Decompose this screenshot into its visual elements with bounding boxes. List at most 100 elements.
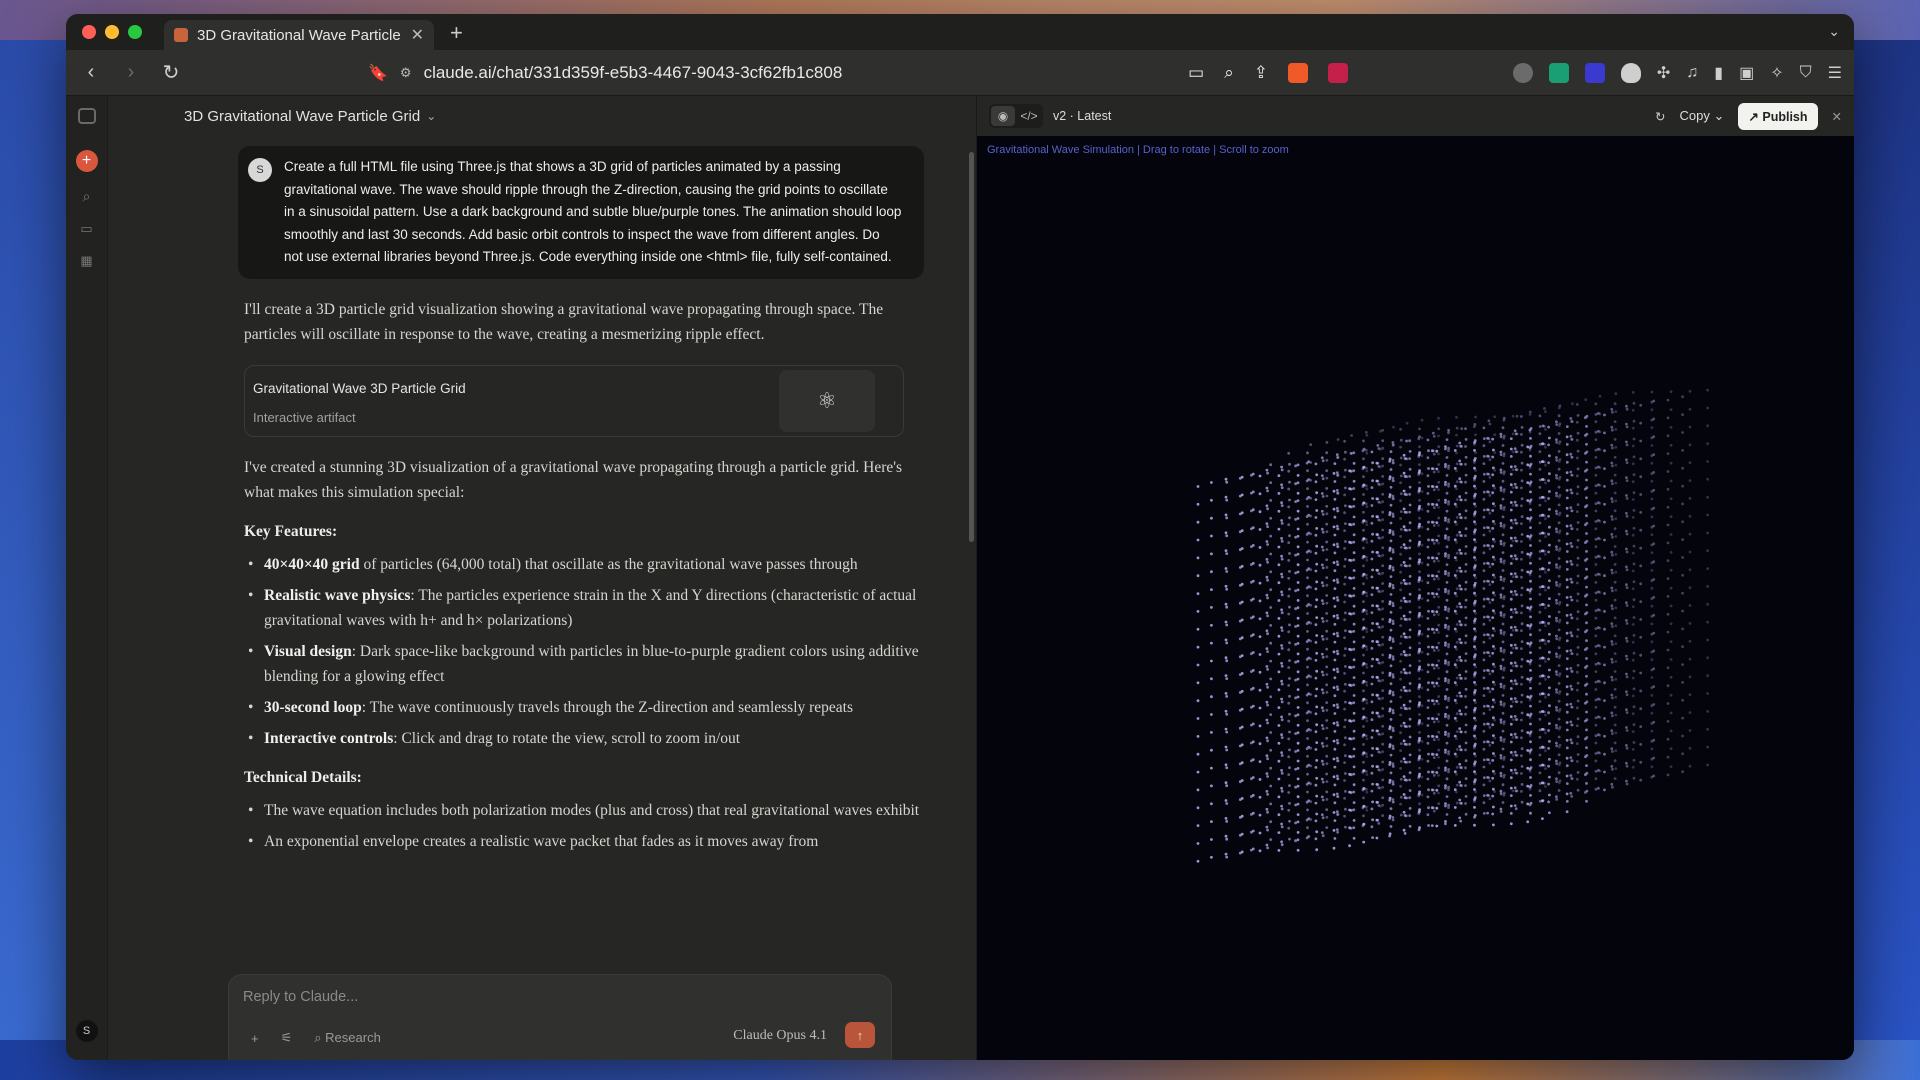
particle (1296, 731, 1300, 735)
particle (1555, 670, 1558, 674)
particle (1352, 522, 1356, 526)
sidebar-icon[interactable]: ▮ (1714, 63, 1723, 83)
account-avatar[interactable]: S (75, 1020, 98, 1042)
tab-close-icon[interactable]: ✕ (411, 25, 424, 45)
chat-title-button[interactable]: 3D Gravitational Wave Particle Grid ⌄ (108, 96, 976, 136)
particle (1431, 431, 1435, 435)
particle (1669, 765, 1673, 768)
wallet-icon[interactable]: ▣ (1739, 63, 1754, 83)
chat-scrollbar[interactable] (969, 152, 974, 542)
brave-rewards-icon[interactable] (1328, 62, 1348, 83)
site-settings-icon[interactable]: ⚙ (400, 65, 412, 81)
particle (1613, 545, 1617, 548)
close-panel-icon[interactable]: ✕ (1832, 109, 1842, 124)
shield-icon[interactable] (1620, 62, 1641, 83)
particle-grid[interactable] (977, 136, 1847, 1046)
particle (1576, 467, 1580, 471)
publish-button[interactable]: ↗ Publish (1738, 102, 1818, 130)
tools-icon[interactable]: ⚟ (281, 1030, 293, 1046)
particle (1569, 684, 1573, 688)
reply-input[interactable] (243, 989, 743, 1005)
sidebar-toggle-icon[interactable] (77, 108, 96, 124)
reload-icon[interactable]: ↻ (158, 60, 184, 85)
chats-icon[interactable]: ▭ (80, 221, 92, 237)
particle (1296, 527, 1300, 531)
particle (1666, 684, 1670, 688)
particle (1332, 686, 1336, 689)
particle (1529, 597, 1532, 601)
particle (1377, 482, 1381, 486)
particle (1597, 447, 1600, 451)
zoom-icon[interactable]: ⌕ (1224, 63, 1234, 83)
particle (1458, 762, 1462, 766)
particle (1459, 712, 1463, 716)
particle (1639, 475, 1643, 479)
extension-icon[interactable] (1512, 62, 1533, 83)
particle (1371, 657, 1374, 661)
particle (1435, 664, 1439, 667)
minimize-window-button[interactable] (105, 25, 119, 39)
maximize-window-button[interactable] (128, 25, 142, 39)
research-button[interactable]: ⌕ Research (314, 1030, 381, 1046)
vpn-icon[interactable]: ⛉ (1800, 64, 1812, 82)
particle (1381, 760, 1385, 764)
refresh-icon[interactable]: ↻ (1655, 109, 1665, 124)
version-label[interactable]: v2 · Latest (1053, 109, 1111, 123)
leo-icon[interactable]: ✧ (1770, 63, 1783, 83)
message-list[interactable]: S Create a full HTML file using Three.js… (108, 136, 964, 980)
new-chat-button[interactable]: + (75, 150, 98, 172)
projects-icon[interactable]: ▦ (80, 253, 92, 269)
close-window-button[interactable] (82, 25, 96, 39)
particle (1652, 417, 1656, 421)
artifact-card[interactable]: Gravitational Wave 3D Particle Grid Inte… (244, 364, 904, 437)
search-icon[interactable]: ⌕ (83, 188, 91, 205)
add-icon[interactable]: + (251, 1031, 259, 1046)
copy-button[interactable]: Copy ⌄ (1680, 108, 1725, 124)
particle (1277, 813, 1281, 817)
music-icon[interactable]: ♫ (1686, 64, 1698, 82)
code-icon[interactable]: </> (1017, 106, 1041, 126)
bookmark-icon[interactable]: 🔖 (368, 63, 388, 83)
feature-list: 40×40×40 grid of particles (64,000 total… (244, 552, 924, 751)
model-selector[interactable]: Claude Opus 4.1 (733, 1028, 827, 1044)
particle (1597, 751, 1600, 754)
simulation-canvas[interactable]: Gravitational Wave Simulation | Drag to … (977, 136, 1854, 1060)
particle (1343, 439, 1346, 443)
share-icon[interactable]: ⇪ (1254, 63, 1268, 83)
puzzle-icon[interactable]: ✣ (1657, 63, 1670, 83)
tab-active[interactable]: 3D Gravitational Wave Particle ✕ (164, 20, 434, 50)
menu-icon[interactable]: ☰ (1828, 63, 1842, 83)
particle (1585, 799, 1588, 803)
particle (1432, 470, 1436, 474)
tab-list-chevron-icon[interactable]: ⌄ (1828, 23, 1840, 40)
brave-shield-icon[interactable] (1288, 62, 1308, 83)
new-tab-icon[interactable]: + (450, 20, 463, 46)
cast-icon[interactable]: ▭ (1188, 63, 1204, 83)
particle (1435, 574, 1439, 578)
extension-icon[interactable] (1548, 62, 1569, 83)
back-icon[interactable]: ‹ (78, 61, 104, 84)
particle (1402, 810, 1406, 814)
particle (1332, 525, 1336, 529)
particle (1603, 574, 1606, 578)
particle (1333, 587, 1337, 590)
preview-eye-icon[interactable]: ◉ (991, 106, 1015, 126)
forward-icon[interactable]: › (118, 61, 144, 84)
particle (1403, 475, 1407, 478)
particle (1652, 453, 1656, 456)
particle (1541, 799, 1544, 803)
extension-icon[interactable] (1584, 62, 1605, 83)
particle (1514, 593, 1518, 596)
particle (1603, 627, 1606, 631)
particle (1513, 786, 1517, 790)
particle (1325, 441, 1329, 444)
particle (1666, 452, 1670, 455)
particle (1365, 558, 1369, 562)
send-button[interactable]: ↑ (845, 1022, 875, 1048)
address-bar[interactable]: 🔖 ⚙ claude.ai/chat/331d359f-e5b3-4467-90… (358, 57, 1358, 89)
particle (1565, 657, 1569, 660)
particle (1650, 729, 1654, 733)
particle (1639, 671, 1643, 675)
particle (1420, 597, 1424, 600)
particle (1296, 706, 1300, 709)
